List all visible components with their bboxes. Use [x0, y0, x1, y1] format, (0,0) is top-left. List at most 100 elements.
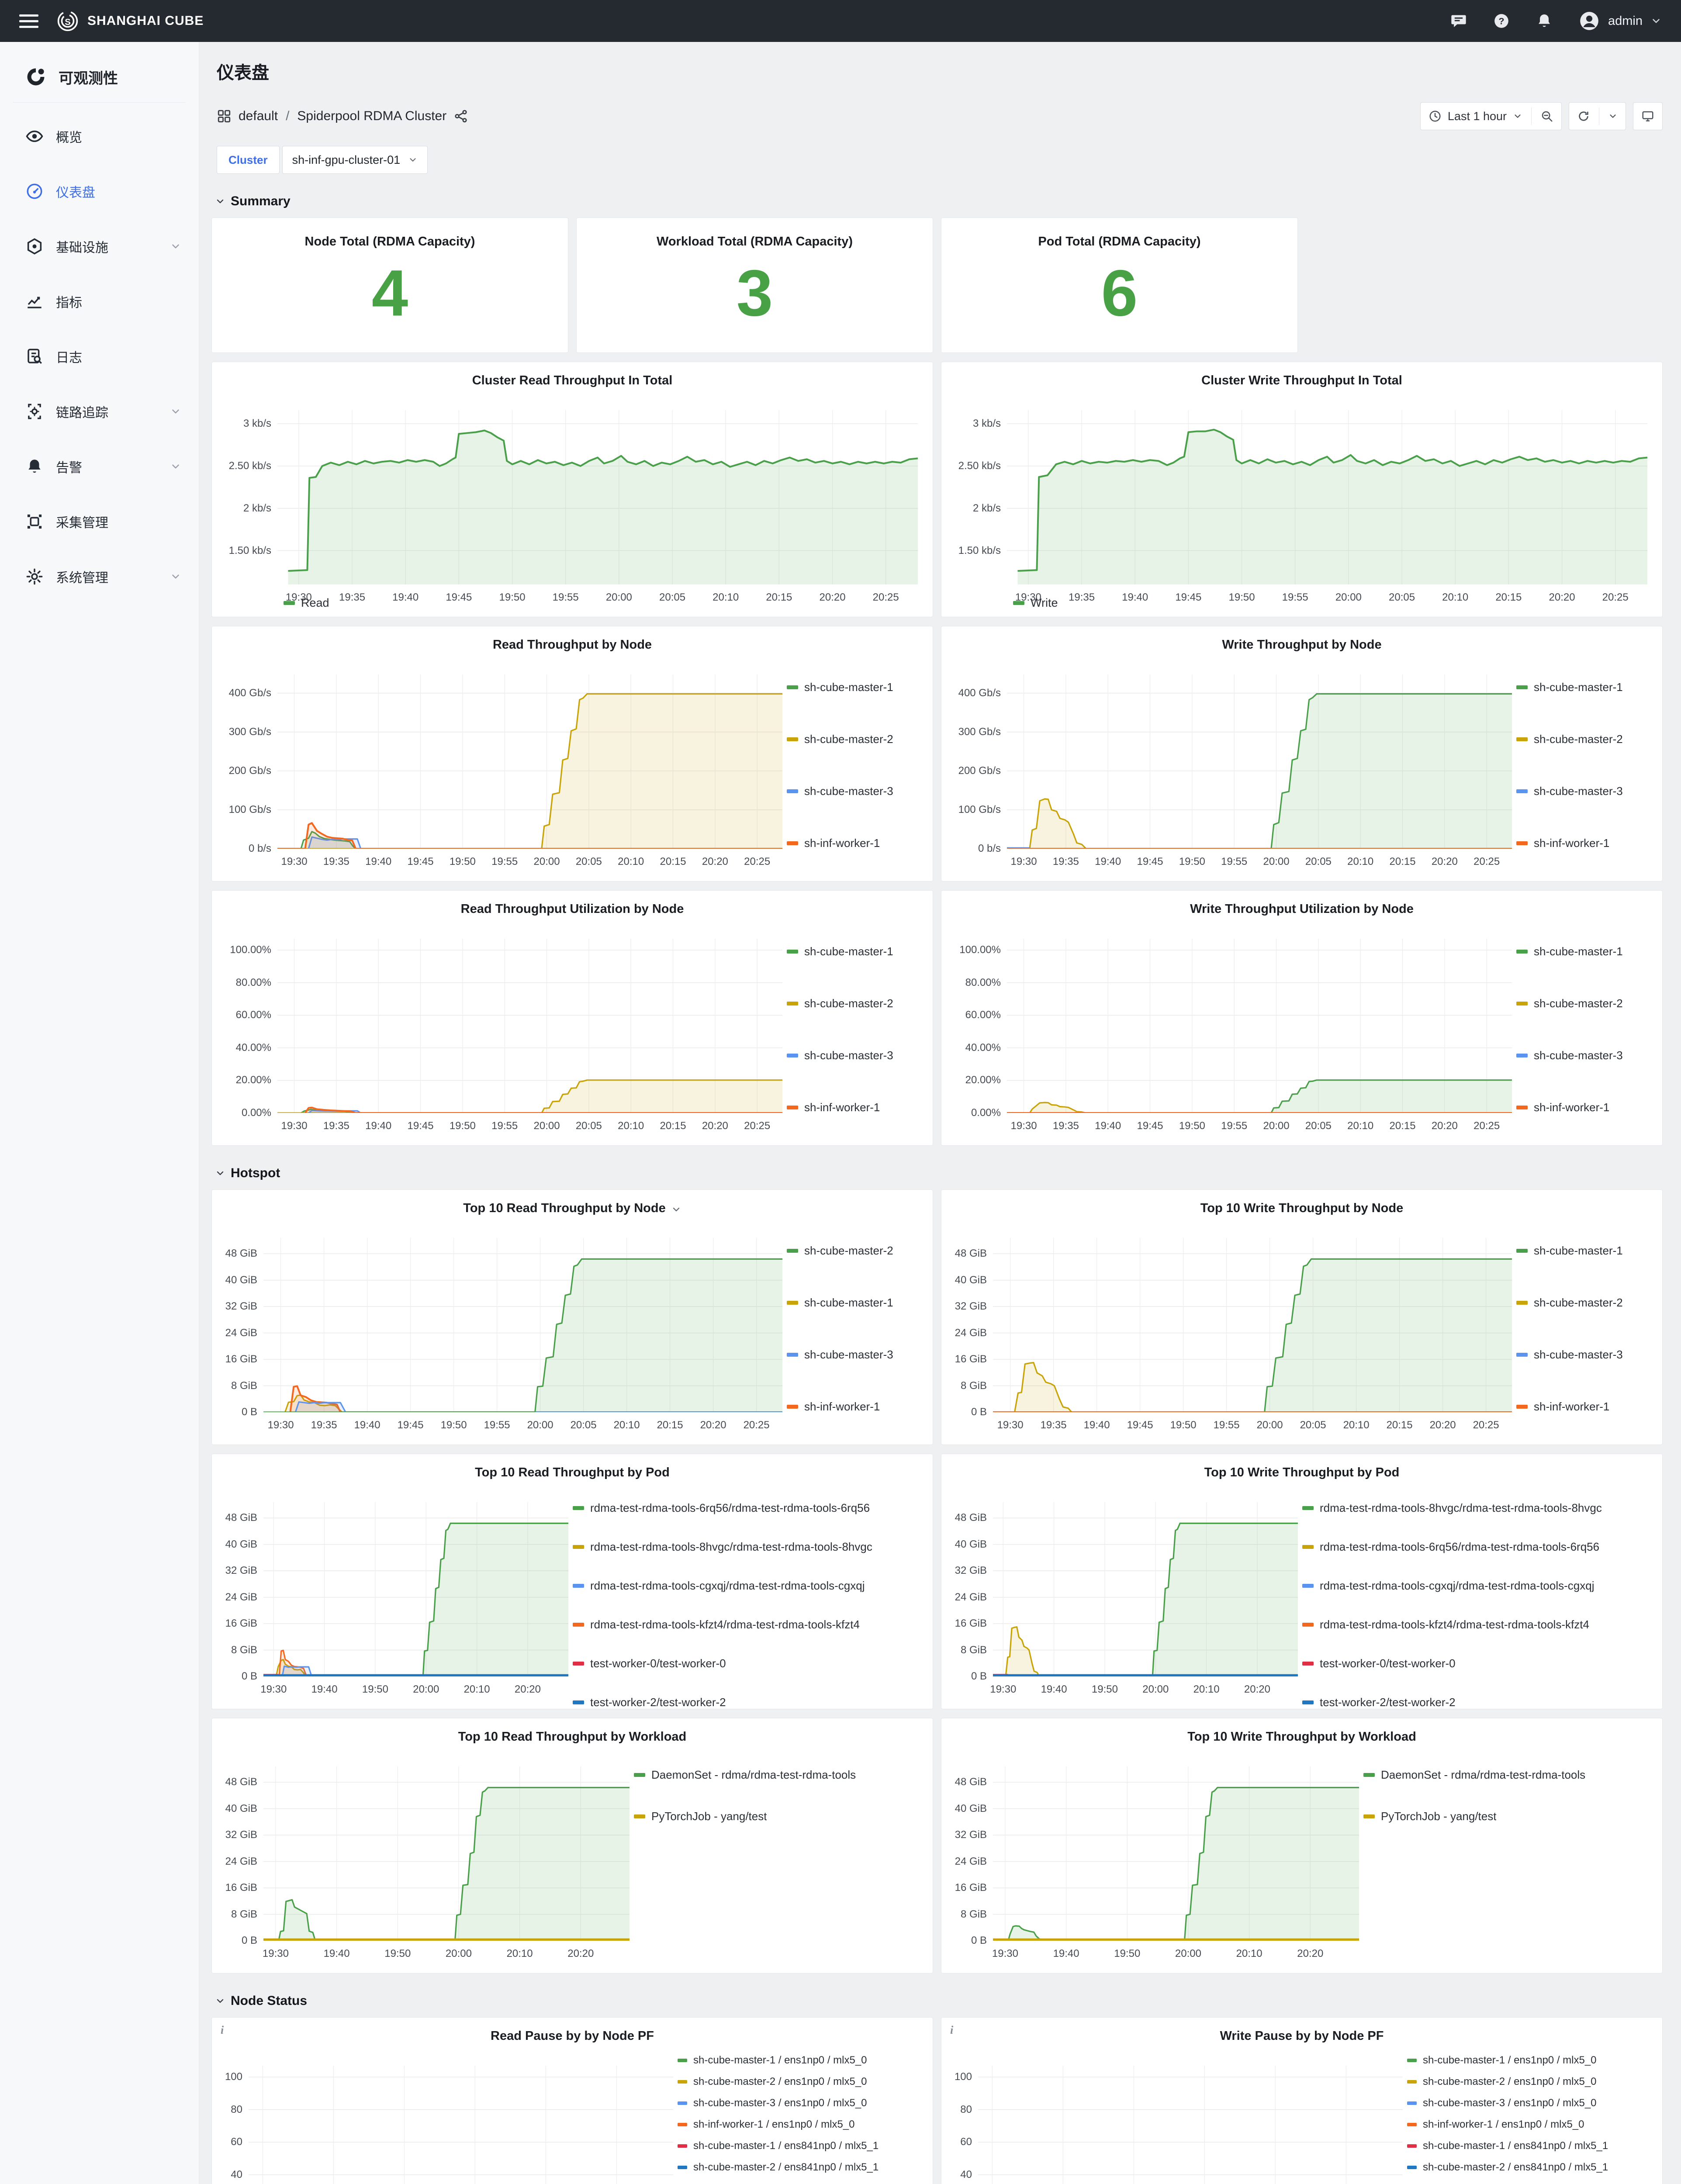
legend-label: sh-cube-master-2	[1534, 997, 1623, 1010]
legend-item[interactable]: sh-inf-worker-1	[787, 1400, 880, 1413]
legend-item[interactable]: Read	[284, 596, 329, 610]
user-menu[interactable]: admin	[1578, 10, 1662, 32]
share-icon[interactable]	[453, 109, 468, 124]
panel-info-icon[interactable]: i	[221, 2024, 224, 2037]
legend-item[interactable]: sh-inf-worker-1	[1516, 1400, 1609, 1413]
legend-item[interactable]: sh-cube-master-2	[1516, 997, 1623, 1010]
y-axis-tick-label: 100 Gb/s	[958, 804, 1001, 816]
legend-item[interactable]: sh-inf-worker-1 / ens1np0 / mlx5_0	[678, 2118, 855, 2131]
legend-item[interactable]: sh-cube-master-1 / ens841np0 / mlx5_1	[678, 2140, 879, 2152]
panel-body: 0 b/s100 Gb/s200 Gb/s300 Gb/s400 Gb/s19:…	[941, 656, 1662, 881]
legend-item[interactable]: test-worker-0/test-worker-0	[1302, 1657, 1456, 1670]
panel-top_read_wl: Top 10 Read Throughput by Workload0 B8 G…	[211, 1718, 933, 1973]
legend-item[interactable]: sh-cube-master-3	[1516, 1348, 1623, 1362]
sidebar-item-8[interactable]: 采集管理	[0, 494, 199, 549]
legend-item[interactable]: sh-cube-master-1	[787, 945, 893, 958]
legend-item[interactable]: rdma-test-rdma-tools-6rq56/rdma-test-rdm…	[573, 1501, 870, 1515]
tv-mode-button[interactable]	[1633, 102, 1663, 130]
legend-item[interactable]: sh-cube-master-3	[787, 1049, 893, 1062]
legend-item[interactable]: sh-cube-master-1 / ens1np0 / mlx5_0	[678, 2054, 867, 2067]
legend-item[interactable]: sh-inf-worker-1	[787, 836, 880, 850]
legend-item[interactable]: sh-cube-master-1 / ens841np0 / mlx5_1	[1407, 2140, 1608, 2152]
x-axis-tick-label: 20:20	[1432, 1120, 1458, 1132]
legend-item[interactable]: sh-cube-master-1 / ens1np0 / mlx5_0	[1407, 2054, 1597, 2067]
legend-item[interactable]: sh-cube-master-2 / ens1np0 / mlx5_0	[1407, 2076, 1597, 2088]
section-header-hotspot[interactable]: Hotspot	[215, 1166, 1663, 1181]
legend-item[interactable]: sh-cube-master-2	[787, 997, 893, 1010]
legend-item[interactable]: DaemonSet - rdma/rdma-test-rdma-tools	[1363, 1768, 1585, 1782]
panel-title-text: Read Throughput Utilization by Node	[461, 902, 684, 916]
legend-item[interactable]: sh-cube-master-2 / ens1np0 / mlx5_0	[678, 2076, 867, 2088]
legend-item[interactable]: sh-cube-master-2 / ens841np0 / mlx5_1	[1407, 2161, 1608, 2174]
legend-label: test-worker-2/test-worker-2	[590, 1696, 726, 1709]
y-axis-tick-label: 400 Gb/s	[229, 687, 271, 699]
legend-item[interactable]: sh-cube-master-3 / ens1np0 / mlx5_0	[1407, 2097, 1597, 2109]
legend-item[interactable]: sh-cube-master-1	[1516, 681, 1623, 694]
legend-item[interactable]: sh-cube-master-2	[1516, 733, 1623, 746]
legend-item[interactable]: rdma-test-rdma-tools-kfzt4/rdma-test-rdm…	[573, 1618, 860, 1631]
y-axis-tick-label: 0 B	[242, 1935, 257, 1947]
legend-item[interactable]: PyTorchJob - yang/test	[1363, 1810, 1496, 1823]
legend-item[interactable]: rdma-test-rdma-tools-cgxqj/rdma-test-rdm…	[1302, 1579, 1594, 1593]
legend-item[interactable]: rdma-test-rdma-tools-kfzt4/rdma-test-rdm…	[1302, 1618, 1589, 1631]
sidebar-item-2[interactable]: 仪表盘	[0, 164, 199, 219]
legend-item[interactable]: sh-inf-worker-1	[787, 1101, 880, 1114]
legend-item[interactable]: sh-cube-master-2	[787, 733, 893, 746]
legend-item[interactable]: test-worker-2/test-worker-2	[573, 1696, 726, 1709]
legend-item[interactable]: sh-cube-master-1	[787, 681, 893, 694]
legend-item[interactable]: sh-cube-master-2 / ens841np0 / mlx5_1	[678, 2161, 879, 2174]
legend-item[interactable]: DaemonSet - rdma/rdma-test-rdma-tools	[634, 1768, 856, 1782]
legend-item[interactable]: test-worker-0/test-worker-0	[573, 1657, 726, 1670]
breadcrumb-dashboard-name[interactable]: Spiderpool RDMA Cluster	[297, 109, 446, 124]
help-icon[interactable]: ?	[1493, 12, 1510, 30]
section-header-summary[interactable]: Summary	[215, 194, 1663, 209]
breadcrumb-folder[interactable]: default	[239, 109, 278, 124]
sidebar-item-7[interactable]: 告警	[0, 439, 199, 494]
legend-item[interactable]: rdma-test-rdma-tools-8hvgc/rdma-test-rdm…	[573, 1540, 872, 1554]
legend-item[interactable]: PyTorchJob - yang/test	[634, 1810, 767, 1823]
menu-hamburger-icon[interactable]	[19, 14, 38, 28]
legend-item[interactable]: sh-cube-master-3	[1516, 784, 1623, 798]
sidebar-item-5[interactable]: 日志	[0, 329, 199, 384]
x-axis-tick-label: 19:55	[1221, 1120, 1247, 1132]
sidebar-item-4[interactable]: 指标	[0, 274, 199, 329]
sidebar-gauge-icon	[25, 182, 44, 200]
legend-item[interactable]: rdma-test-rdma-tools-8hvgc/rdma-test-rdm…	[1302, 1501, 1602, 1515]
legend-item[interactable]: sh-cube-master-3	[787, 1348, 893, 1362]
legend-item[interactable]: sh-inf-worker-1	[1516, 836, 1609, 850]
y-axis-tick-label: 300 Gb/s	[958, 726, 1001, 738]
sidebar-item-9[interactable]: 系统管理	[0, 549, 199, 604]
panel-info-icon[interactable]: i	[950, 2024, 953, 2037]
x-axis-tick-label: 20:05	[576, 856, 602, 868]
legend-item[interactable]: sh-cube-master-2	[787, 1244, 893, 1258]
legend-item[interactable]: sh-cube-master-1	[1516, 945, 1623, 958]
cluster-select[interactable]: sh-inf-gpu-cluster-01	[282, 146, 428, 174]
legend-item[interactable]: test-worker-2/test-worker-2	[1302, 1696, 1456, 1709]
legend-item[interactable]: rdma-test-rdma-tools-cgxqj/rdma-test-rdm…	[573, 1579, 865, 1593]
legend-item[interactable]: Write	[1013, 596, 1058, 610]
legend-item[interactable]: sh-cube-master-3	[787, 784, 893, 798]
legend-item[interactable]: sh-cube-master-1	[1516, 1244, 1623, 1258]
legend-item[interactable]: sh-inf-worker-1	[1516, 1101, 1609, 1114]
legend-item[interactable]: sh-cube-master-3	[1516, 1049, 1623, 1062]
legend-item[interactable]: sh-cube-master-1	[787, 1296, 893, 1310]
top-nav-bar: S SHANGHAI CUBE ? admin	[0, 0, 1681, 42]
feedback-icon[interactable]	[1450, 12, 1467, 30]
zoom-out-icon[interactable]	[1540, 110, 1553, 123]
legend-item[interactable]: sh-cube-master-3 / ens1np0 / mlx5_0	[678, 2097, 867, 2109]
legend-item[interactable]: sh-cube-master-2	[1516, 1296, 1623, 1310]
legend: sh-cube-master-1 / ens1np0 / mlx5_0 sh-cu…	[678, 2047, 922, 2184]
legend-item[interactable]: rdma-test-rdma-tools-6rq56/rdma-test-rdm…	[1302, 1540, 1599, 1554]
sidebar-item-6[interactable]: 链路追踪	[0, 384, 199, 439]
sidebar-bell-icon	[25, 457, 44, 476]
sidebar-item-1[interactable]: 概览	[0, 109, 199, 164]
time-range-picker[interactable]: Last 1 hour	[1420, 102, 1562, 130]
notifications-bell-icon[interactable]	[1536, 12, 1553, 30]
sidebar-item-3[interactable]: 基础设施	[0, 219, 199, 274]
legend-item[interactable]: sh-inf-worker-1 / ens1np0 / mlx5_0	[1407, 2118, 1584, 2131]
section-header-node-status[interactable]: Node Status	[215, 1994, 1663, 2008]
legend-label: rdma-test-rdma-tools-8hvgc/rdma-test-rdm…	[1320, 1501, 1602, 1515]
y-axis-tick-label: 2 kb/s	[243, 502, 271, 515]
panel-title-chevron-icon[interactable]	[671, 1204, 681, 1214]
refresh-button[interactable]	[1569, 102, 1626, 130]
